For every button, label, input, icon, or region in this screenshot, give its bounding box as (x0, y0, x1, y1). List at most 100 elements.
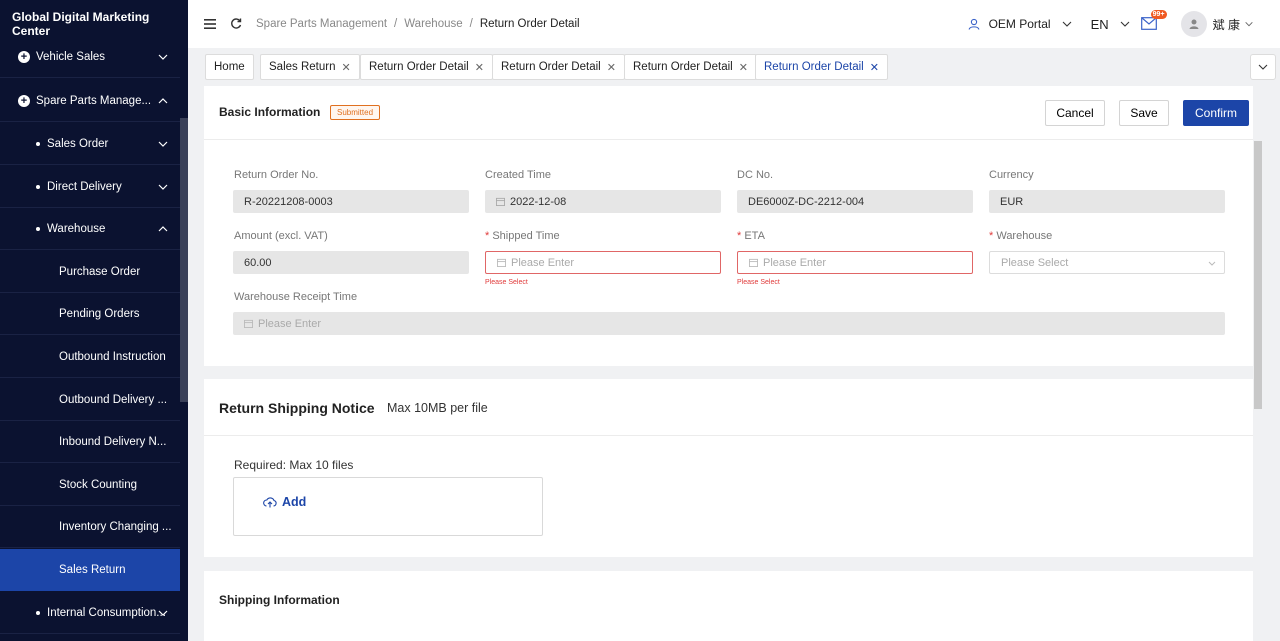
chevron-down-icon (1245, 22, 1253, 27)
field-value: R-20221208-0003 (244, 195, 333, 208)
breadcrumb-current: Return Order Detail (479, 18, 580, 30)
sidebar-item-label: Stock Counting (59, 478, 137, 491)
sidebar-item-label: Outbound Instruction (59, 350, 166, 363)
sidebar-item-label: Sales Order (47, 137, 109, 150)
tab-sales-return[interactable]: Sales Return ✕ (260, 54, 360, 80)
sidebar-item-purchase-order[interactable]: Purchase Order (0, 251, 180, 293)
chevron-down-icon (1120, 21, 1130, 27)
status-badge: Submitted (330, 105, 381, 120)
sidebar-item-label: Vehicle Sales (36, 50, 106, 63)
shipped-time-input[interactable]: Please Enter (485, 251, 721, 274)
field-label: * ETA (737, 230, 765, 242)
breadcrumb-item[interactable]: Spare Parts Management (256, 18, 387, 30)
sidebar-item-inventory-changing[interactable]: Inventory Changing ... (0, 506, 180, 548)
field-label: Amount (excl. VAT) (234, 230, 328, 242)
sidebar-item-label: Pending Orders (59, 307, 140, 320)
sidebar-item-vehicle-sales[interactable]: + Vehicle Sales (0, 36, 180, 78)
field-label: Return Order No. (234, 169, 319, 181)
required-mark: * (989, 230, 994, 242)
avatar[interactable] (1180, 11, 1207, 37)
content-scrollbar[interactable] (1254, 141, 1262, 409)
return-shipping-notice-card: Return Shipping Notice Max 10MB per file… (204, 379, 1253, 557)
card-header: Return Shipping Notice Max 10MB per file (204, 379, 1253, 436)
sidebar-item-label: Internal Consumption... (47, 606, 166, 619)
tab-return-order-detail[interactable]: Return Order Detail ✕ (492, 54, 625, 80)
section-title: Return Shipping Notice (219, 400, 375, 416)
amount-field: 60.00 (233, 251, 469, 274)
currency-field: EUR (989, 190, 1225, 213)
section-title: Basic Information (219, 105, 321, 119)
close-icon[interactable]: ✕ (341, 61, 350, 74)
language-switcher[interactable]: EN (1091, 17, 1131, 32)
close-icon[interactable]: ✕ (475, 61, 484, 74)
refresh-icon[interactable] (230, 18, 242, 30)
tab-return-order-detail[interactable]: Return Order Detail ✕ (360, 54, 493, 80)
save-button[interactable]: Save (1119, 100, 1169, 126)
upload-area[interactable]: Add (233, 477, 543, 536)
plus-circle-icon: + (18, 94, 30, 107)
close-icon[interactable]: ✕ (739, 61, 748, 74)
breadcrumb-item[interactable]: Warehouse (404, 18, 462, 30)
breadcrumb: Spare Parts Management / Warehouse / Ret… (256, 18, 580, 30)
section-title: Shipping Information (219, 593, 340, 607)
sidebar-item-inbound-delivery[interactable]: Inbound Delivery N... (0, 421, 180, 463)
label-text: ETA (744, 230, 765, 242)
sidebar-item-outbound-instruction[interactable]: Outbound Instruction (0, 336, 180, 378)
add-label: Add (282, 495, 307, 509)
tabs-dropdown-button[interactable] (1250, 54, 1276, 80)
calendar-icon (497, 258, 506, 267)
bullet-icon (36, 184, 40, 189)
upload-requirement: Required: Max 10 files (234, 458, 354, 472)
cancel-button[interactable]: Cancel (1045, 100, 1105, 126)
field-label: Warehouse Receipt Time (234, 291, 358, 303)
field-label: DC No. (737, 169, 774, 181)
placeholder: Please Enter (763, 256, 826, 269)
menu-icon[interactable] (204, 19, 216, 29)
tab-home[interactable]: Home (205, 54, 254, 80)
close-icon[interactable]: ✕ (607, 61, 616, 74)
notifications-button[interactable]: 99+ (1140, 10, 1167, 31)
card-header: Basic Information Submitted Cancel Save … (204, 86, 1253, 140)
user-name: 斌 康 (1212, 17, 1240, 32)
field-value: 2022-12-08 (510, 195, 567, 208)
sidebar-item-internal-consumption[interactable]: Internal Consumption... (0, 592, 180, 634)
bullet-icon (36, 610, 40, 615)
add-file-button[interactable]: Add (263, 495, 306, 509)
label-text: Warehouse (996, 230, 1053, 242)
sidebar-item-pending-orders[interactable]: Pending Orders (0, 293, 180, 335)
sidebar-item-sales-return[interactable]: Sales Return (0, 549, 180, 591)
sidebar-item-direct-delivery[interactable]: Direct Delivery (0, 166, 180, 208)
tab-return-order-detail-active[interactable]: Return Order Detail ✕ (755, 54, 888, 80)
field-value: EUR (1000, 195, 1024, 208)
tab-label: Return Order Detail (764, 61, 864, 73)
eta-input[interactable]: Please Enter (737, 251, 973, 274)
sidebar-item-label: Inventory Changing ... (59, 520, 172, 533)
confirm-button[interactable]: Confirm (1183, 100, 1249, 126)
sidebar-item-outbound-delivery[interactable]: Outbound Delivery ... (0, 379, 180, 421)
sidebar-item-label: Inbound Delivery N... (59, 435, 167, 448)
warehouse-receipt-time-field: Please Enter (233, 312, 1225, 335)
sidebar-scrollbar[interactable] (180, 118, 188, 402)
sidebar-item-sales-order[interactable]: Sales Order (0, 123, 180, 165)
breadcrumb-separator: / (469, 18, 473, 30)
chevron-down-icon (158, 610, 168, 616)
chevron-up-icon (158, 98, 168, 104)
close-icon[interactable]: ✕ (870, 61, 879, 74)
portal-switcher[interactable]: OEM Portal (968, 17, 1073, 31)
shipping-information-card: Shipping Information (204, 571, 1253, 641)
warehouse-select[interactable]: Please Select (989, 251, 1225, 274)
tab-return-order-detail[interactable]: Return Order Detail ✕ (624, 54, 757, 80)
portal-label: OEM Portal (988, 17, 1051, 31)
sidebar-item-stock-counting[interactable]: Stock Counting (0, 464, 180, 506)
sidebar-item-label: Purchase Order (59, 265, 141, 278)
basic-information-card: Basic Information Submitted Cancel Save … (204, 86, 1253, 366)
calendar-icon (244, 319, 253, 328)
sidebar-item-label: Warehouse (47, 222, 106, 235)
sidebar-item-warehouse[interactable]: Warehouse (0, 208, 180, 250)
error-message: Please Select (485, 279, 528, 286)
chevron-down-icon (1208, 261, 1216, 266)
tab-label: Sales Return (269, 61, 336, 73)
sidebar-item-label: Direct Delivery (47, 180, 122, 193)
user-menu[interactable]: 斌 康 (1213, 16, 1254, 33)
sidebar-item-spare-parts[interactable]: + Spare Parts Manage... (0, 80, 180, 122)
